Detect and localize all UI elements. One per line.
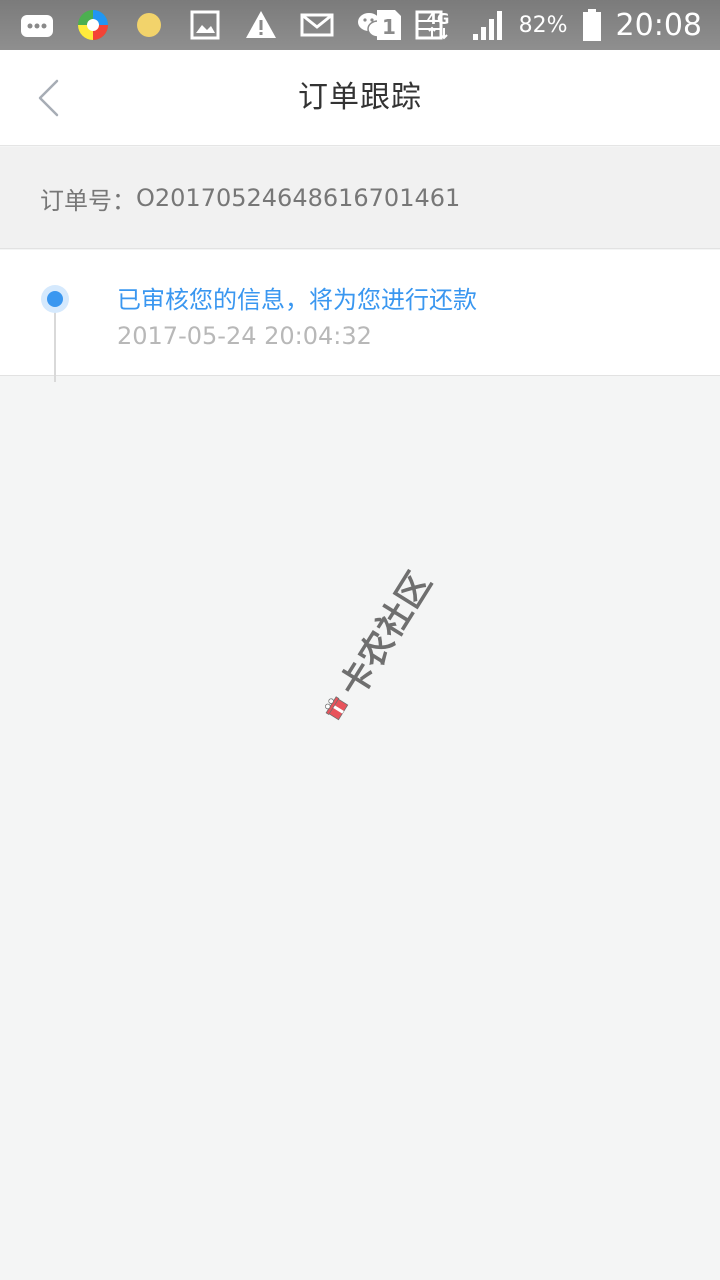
yellow-dot-icon [132, 8, 166, 42]
battery-icon [582, 8, 602, 42]
timeline-dot-icon [47, 291, 63, 307]
order-number-value: O201705246486167014​61 [136, 184, 461, 212]
signal-icon [471, 8, 505, 42]
watermark-text: 卡农社区 [331, 564, 440, 705]
warning-icon [244, 8, 278, 42]
status-bar: 1 4G 82% 20:08 [0, 0, 720, 50]
app-header: 订单跟踪 [0, 50, 720, 146]
order-number-label: 订单号： [40, 186, 136, 215]
mail-icon [300, 8, 334, 42]
page-title: 订单跟踪 [298, 80, 422, 115]
network-label: 4G [426, 10, 449, 28]
clock: 20:08 [615, 7, 702, 43]
sim-icon: 1 [375, 8, 409, 42]
browser-icon [76, 8, 110, 42]
timeline-line [54, 312, 56, 382]
status-bar-right: 1 4G 82% 20:08 [375, 0, 702, 50]
timeline-timestamp: 2017-05-24 20:04:32 [117, 322, 372, 350]
message-icon [20, 8, 54, 42]
order-number-row: 订单号： O201705246486167014​61 [40, 147, 460, 249]
watermark: 卡农社区 [292, 549, 458, 741]
sim-slot-label: 1 [382, 15, 396, 39]
battery-percent: 82% [518, 12, 568, 38]
image-icon [188, 8, 222, 42]
timeline-item: 已审核您的信息，将为您进行还款 2017-05-24 20:04:32 [0, 250, 720, 382]
order-number-section: 订单号： O201705246486167014​61 [0, 147, 720, 249]
network-icon: 4G [423, 8, 457, 42]
timeline-status-text: 已审核您的信息，将为您进行还款 [117, 286, 477, 314]
